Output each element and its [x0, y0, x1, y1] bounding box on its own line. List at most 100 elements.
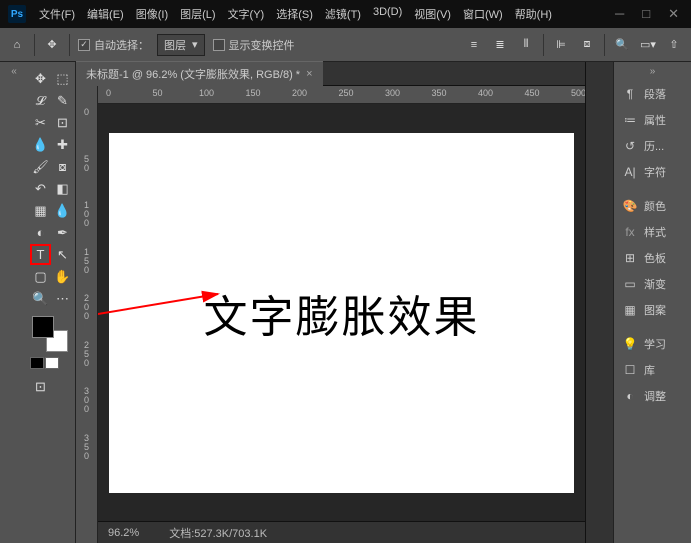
path-tool[interactable]: ↖ — [52, 244, 73, 265]
panel-icon: ◐ — [622, 389, 638, 403]
move-tool-icon[interactable]: ✥ — [43, 36, 61, 54]
menu-item[interactable]: 帮助(H) — [510, 3, 557, 25]
menu-item[interactable]: 图层(L) — [175, 3, 220, 25]
distribute-icon[interactable]: ⫴ — [517, 36, 535, 54]
panel-label: 属性 — [644, 112, 666, 128]
heal-tool[interactable]: ✚ — [52, 134, 73, 155]
layer-dropdown[interactable]: 图层 ▾ — [157, 34, 205, 56]
gradient-tool[interactable]: ▦ — [30, 200, 51, 221]
panel-label: 调整 — [644, 388, 666, 404]
panel-label: 学习 — [644, 336, 666, 352]
eraser-tool[interactable]: ◧ — [52, 178, 73, 199]
panel-icon: 🎨 — [622, 199, 638, 213]
ps-logo: Ps — [8, 5, 26, 23]
close-tab-icon[interactable]: × — [306, 68, 312, 80]
brush-tool[interactable]: 🖌 — [30, 156, 51, 177]
document-tab-title: 未标题-1 @ 96.2% (文字膨胀效果, RGB/8) * — [86, 66, 300, 82]
show-transform-checkbox[interactable]: 显示变换控件 — [213, 37, 295, 53]
share-icon[interactable]: ⇧ — [665, 36, 683, 54]
menu-item[interactable]: 选择(S) — [271, 3, 318, 25]
panel-库[interactable]: ☐库 — [614, 357, 691, 383]
status-bar: 96.2% 文档:527.3K/703.1K — [98, 521, 585, 543]
3d-mode-icon[interactable]: ⧈ — [578, 36, 596, 54]
collapse-left-icon[interactable]: « — [11, 66, 17, 77]
panel-调整[interactable]: ◐ 调整 — [614, 383, 691, 409]
mini-swatch-black[interactable] — [30, 357, 44, 369]
show-transform-label: 显示变换控件 — [229, 37, 295, 53]
type-tool[interactable]: T — [30, 244, 51, 265]
panel-历...[interactable]: ↺ 历... — [614, 133, 691, 159]
menu-item[interactable]: 文件(F) — [34, 3, 80, 25]
align-h-icon[interactable]: ⊫ — [552, 36, 570, 54]
menu-item[interactable]: 编辑(E) — [82, 3, 129, 25]
align-icon-2[interactable]: ≣ — [491, 36, 509, 54]
screen-mode-tool[interactable]: ⊡ — [30, 376, 51, 397]
chevron-down-icon: ▾ — [192, 38, 198, 51]
panel-label: 图案 — [644, 302, 666, 318]
panel-色板[interactable]: ⊞色板 — [614, 245, 691, 271]
main-menu: 文件(F)编辑(E)图像(I)图层(L)文字(Y)选择(S)滤镜(T)3D(D)… — [34, 3, 611, 25]
panel-学习[interactable]: 💡 学习 — [614, 331, 691, 357]
maximize-button[interactable]: □ — [638, 6, 654, 22]
lasso-tool[interactable]: 𝓛 — [30, 90, 51, 111]
hand-tool[interactable]: ✋ — [52, 266, 73, 287]
right-panels: » ¶段落≔属性↺历...A|字符🎨颜色fx样式⊞色板▭渐变▦图案💡学习☐库◐调… — [613, 62, 691, 543]
panel-label: 段落 — [644, 86, 666, 102]
eyedropper-tool[interactable]: 💧 — [30, 134, 51, 155]
panel-icon: 💡 — [622, 337, 638, 351]
auto-select-checkbox[interactable]: ✓ 自动选择： — [78, 37, 149, 53]
frame-tool[interactable]: ⊡ — [52, 112, 73, 133]
panel-icon: ≔ — [622, 113, 638, 127]
panel-样式[interactable]: fx样式 — [614, 219, 691, 245]
mini-swatch-white[interactable] — [45, 357, 59, 369]
blur-tool[interactable]: 💧 — [52, 200, 73, 221]
collapse-right-icon[interactable]: » — [614, 66, 691, 77]
panel-icon: ☐ — [622, 363, 638, 377]
quick-select-tool[interactable]: ✎ — [52, 90, 73, 111]
document-tab[interactable]: 未标题-1 @ 96.2% (文字膨胀效果, RGB/8) * × — [76, 61, 323, 86]
search-icon[interactable]: 🔍 — [613, 36, 631, 54]
panel-属性[interactable]: ≔ 属性 — [614, 107, 691, 133]
workspace-icon[interactable]: ▭▾ — [639, 36, 657, 54]
marquee-tool[interactable]: ⬚ — [52, 68, 73, 89]
canvas-viewport[interactable]: 文字膨胀效果 — [98, 104, 585, 521]
panel-icon: ↺ — [622, 139, 638, 153]
minimize-button[interactable]: ─ — [611, 6, 628, 22]
menu-item[interactable]: 视图(V) — [409, 3, 456, 25]
zoom-tool[interactable]: 🔍 — [30, 288, 51, 309]
pen-tool[interactable]: ✒ — [52, 222, 73, 243]
shape-tool[interactable]: ▢ — [30, 266, 51, 287]
menu-item[interactable]: 图像(I) — [131, 3, 173, 25]
stamp-tool[interactable]: ⧇ — [52, 156, 73, 177]
panel-icon: ▭ — [622, 277, 638, 291]
canvas-text: 文字膨胀效果 — [204, 281, 480, 345]
zoom-level[interactable]: 96.2% — [108, 527, 139, 539]
move-tool[interactable]: ✥ — [30, 68, 51, 89]
panel-label: 库 — [644, 362, 655, 378]
menu-item[interactable]: 窗口(W) — [458, 3, 508, 25]
menu-item[interactable]: 3D(D) — [368, 3, 407, 25]
panel-label: 色板 — [644, 250, 666, 266]
align-icon[interactable]: ≡ — [465, 36, 483, 54]
doc-size: 文档:527.3K/703.1K — [169, 525, 267, 541]
panel-渐变[interactable]: ▭渐变 — [614, 271, 691, 297]
panel-段落[interactable]: ¶段落 — [614, 81, 691, 107]
canvas[interactable]: 文字膨胀效果 — [109, 133, 574, 493]
crop-tool[interactable]: ✂ — [30, 112, 51, 133]
home-icon[interactable]: ⌂ — [8, 36, 26, 54]
panel-label: 字符 — [644, 164, 666, 180]
panel-字符[interactable]: A|字符 — [614, 159, 691, 185]
panel-图案[interactable]: ▦图案 — [614, 297, 691, 323]
color-swatches[interactable] — [30, 316, 70, 352]
history-brush-tool[interactable]: ↶ — [30, 178, 51, 199]
dodge-tool[interactable]: ◐ — [30, 222, 51, 243]
horizontal-ruler: 050100150200250300350400450500 — [98, 86, 585, 104]
menu-item[interactable]: 文字(Y) — [223, 3, 270, 25]
more-tool[interactable]: ⋯ — [52, 288, 73, 309]
foreground-swatch[interactable] — [32, 316, 54, 338]
panel-label: 历... — [644, 138, 664, 154]
panel-icon: fx — [622, 225, 638, 239]
close-button[interactable]: ✕ — [664, 6, 683, 22]
menu-item[interactable]: 滤镜(T) — [320, 3, 366, 25]
panel-颜色[interactable]: 🎨颜色 — [614, 193, 691, 219]
